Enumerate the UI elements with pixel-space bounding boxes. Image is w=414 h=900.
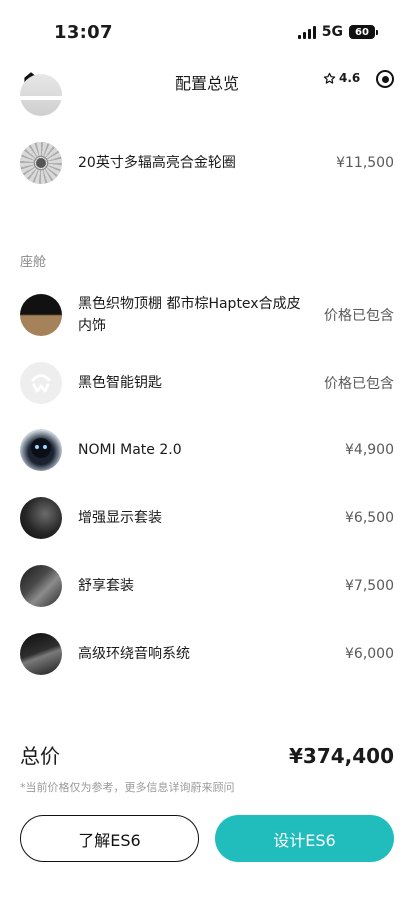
target-button[interactable] [376, 70, 394, 88]
item-price: 价格已包含 [324, 308, 394, 324]
audio-thumbnail [20, 633, 62, 675]
nomi-thumbnail [20, 429, 62, 471]
rating-value: 4.6 [339, 71, 361, 85]
partial-thumbnail [20, 74, 62, 116]
section-title: 座舱 [20, 255, 47, 270]
learn-es6-button[interactable]: 了解ES6 [20, 815, 199, 862]
battery-icon: 60 [349, 25, 378, 39]
item-name: NOMI Mate 2.0 [78, 442, 182, 458]
network-label: 5G [321, 24, 343, 40]
item-price: ¥11,500 [336, 155, 394, 171]
star-outline-icon [323, 72, 336, 84]
list-item[interactable]: 20英寸多辐高亮合金轮圈 ¥11,500 [20, 142, 394, 184]
list-item[interactable]: 增强显示套装 ¥6,500 [20, 497, 394, 539]
signal-icon [297, 25, 316, 39]
list-item[interactable]: NOMI Mate 2.0 ¥4,900 [20, 429, 394, 471]
rating-button[interactable]: 4.6 [323, 71, 360, 85]
item-name: 20英寸多辐高亮合金轮圈 [78, 155, 236, 171]
list-item[interactable]: 舒享套装 ¥7,500 [20, 565, 394, 607]
item-name: 高级环绕音响系统 [78, 646, 190, 662]
item-price: ¥6,000 [345, 646, 394, 662]
nav-bar: 配置总览 4.6 [0, 66, 414, 96]
total-label: 总价 [20, 744, 60, 768]
item-price: ¥4,900 [345, 442, 394, 458]
battery-level: 60 [349, 25, 375, 39]
item-price: ¥6,500 [345, 510, 394, 526]
item-price: ¥7,500 [345, 578, 394, 594]
list-item[interactable]: 黑色智能钥匙 价格已包含 [20, 362, 394, 404]
interior-thumbnail [20, 294, 62, 336]
list-item[interactable]: 黑色织物顶棚 都市棕Haptex合成皮内饰 价格已包含 [20, 293, 394, 337]
total-price: ¥374,400 [288, 744, 394, 768]
design-es6-button[interactable]: 设计ES6 [215, 815, 394, 862]
item-name: 增强显示套装 [78, 510, 162, 526]
item-price: 价格已包含 [324, 376, 394, 392]
total-row: 总价 ¥374,400 [20, 740, 394, 769]
status-time: 13:07 [54, 22, 113, 43]
display-thumbnail [20, 497, 62, 539]
list-item[interactable]: 高级环绕音响系统 ¥6,000 [20, 633, 394, 675]
status-indicators: 5G 60 [297, 24, 378, 40]
item-name: 黑色智能钥匙 [78, 375, 162, 391]
key-thumbnail [20, 362, 62, 404]
status-bar: 13:07 5G 60 [0, 0, 414, 66]
item-name: 舒享套装 [78, 578, 134, 594]
seat-thumbnail [20, 565, 62, 607]
wheel-thumbnail [20, 142, 62, 184]
price-disclaimer: *当前价格仅为参考，更多信息详询蔚来顾问 [20, 781, 235, 794]
target-icon [381, 75, 389, 83]
nio-logo-icon [31, 374, 51, 393]
item-name: 黑色织物顶棚 都市棕Haptex合成皮内饰 [78, 296, 301, 334]
